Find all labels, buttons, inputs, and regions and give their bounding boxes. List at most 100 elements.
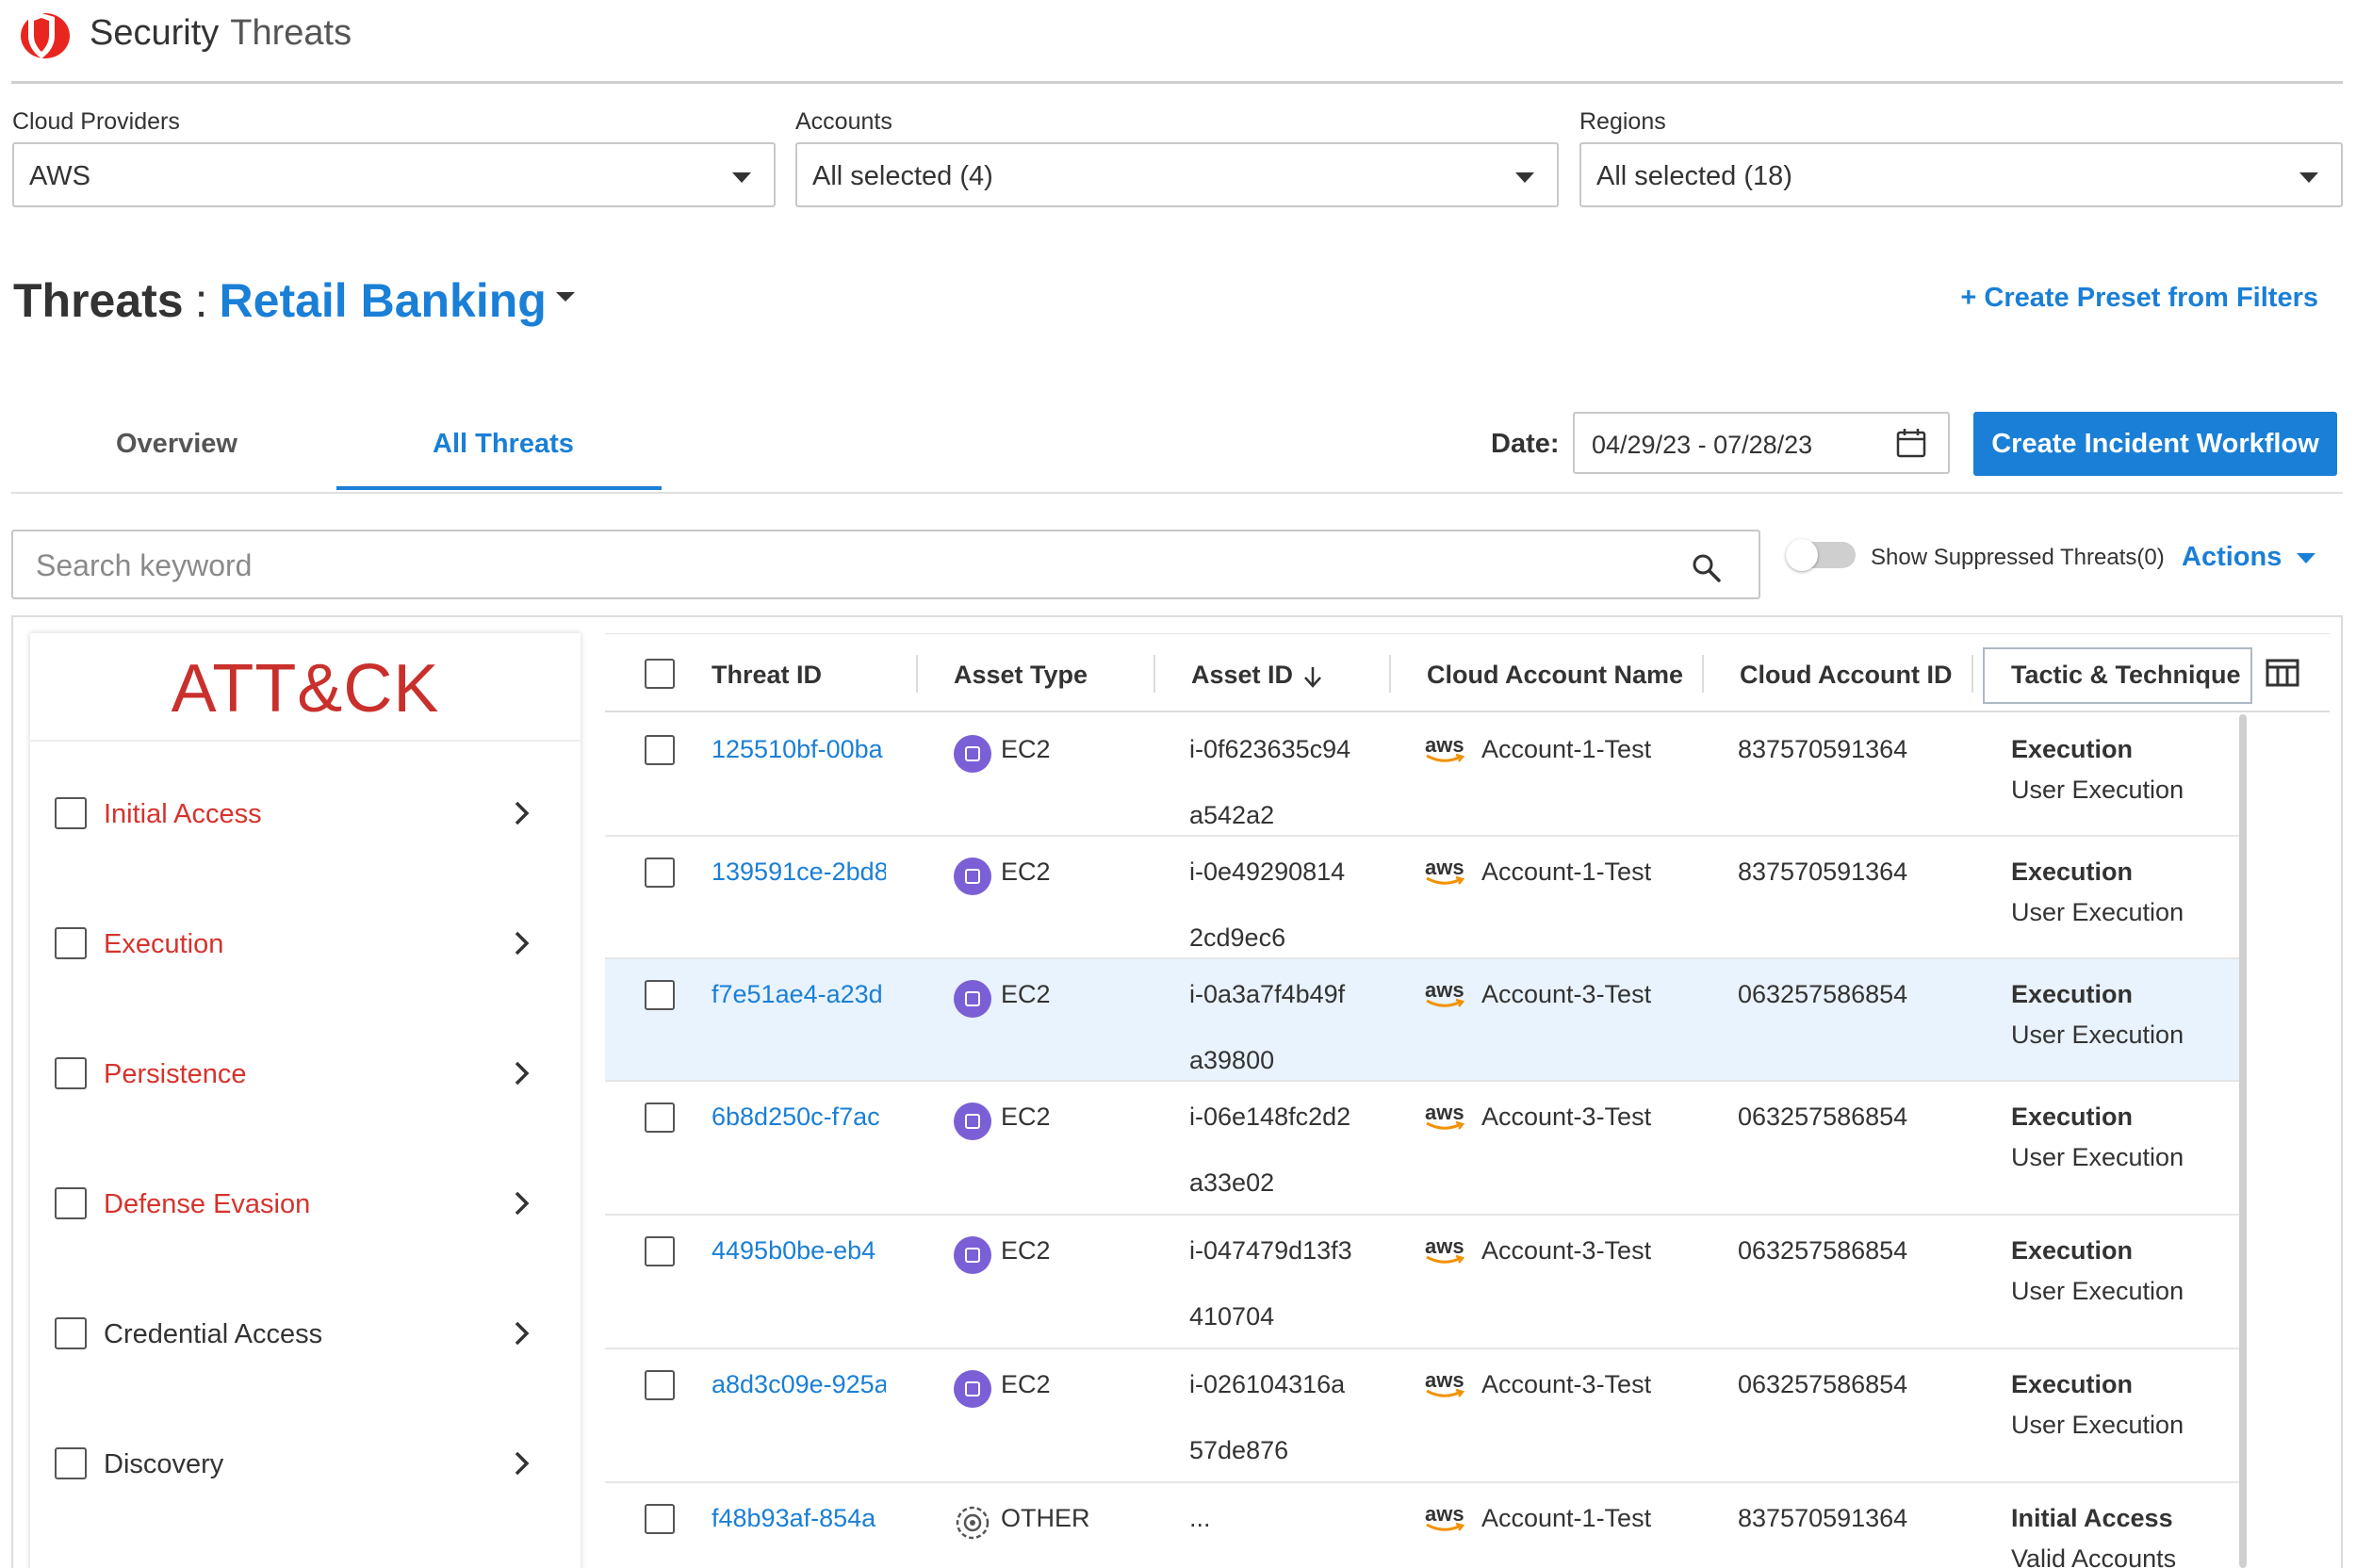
select-all-checkbox[interactable]: [645, 659, 675, 689]
tactic-name: Execution: [2011, 980, 2134, 1008]
table-row[interactable]: f48b93af-854a OTHER ... aws Account-1-Te…: [605, 1483, 2239, 1568]
calendar-icon[interactable]: [1895, 427, 1927, 459]
col-cloud-account-name[interactable]: Cloud Account Name: [1427, 661, 1683, 690]
table-row[interactable]: a8d3c09e-925a EC2 i-026104316a 57de876 a…: [605, 1349, 2239, 1483]
caret-down-icon[interactable]: [555, 291, 575, 302]
preset-dropdown[interactable]: Retail Banking: [220, 274, 547, 327]
asset-id-line1: i-0f623635c94: [1189, 735, 1351, 763]
regions-select[interactable]: All selected (18): [1579, 142, 2343, 207]
tactic-defense-evasion[interactable]: Defense Evasion: [30, 1178, 581, 1234]
tactic-name: Execution: [2011, 1102, 2134, 1131]
col-tactic-technique[interactable]: Tactic & Technique: [2011, 661, 2241, 690]
table-row[interactable]: f7e51ae4-a23d EC2 i-0a3a7f4b49f a39800 a…: [605, 959, 2239, 1082]
tactic-label: Defense Evasion: [104, 1189, 311, 1219]
chevron-right-icon[interactable]: [509, 1189, 533, 1217]
threat-id-link[interactable]: f7e51ae4-a23d: [712, 980, 886, 1009]
actions-menu[interactable]: Actions: [2182, 542, 2316, 573]
threat-id-link[interactable]: 6b8d250c-f7ac: [712, 1102, 886, 1132]
row-checkbox[interactable]: [645, 1102, 675, 1133]
tactic-credential-access[interactable]: Credential Access: [30, 1308, 581, 1364]
threat-id-link[interactable]: f48b93af-854a: [712, 1504, 886, 1533]
tactic-checkbox[interactable]: [55, 1187, 87, 1219]
asset-id-line1: i-047479d13f3: [1189, 1236, 1352, 1265]
caret-down-icon: [732, 172, 751, 183]
column-divider: [916, 655, 918, 693]
tactic-initial-access[interactable]: Initial Access: [30, 788, 581, 844]
chevron-right-icon[interactable]: [509, 929, 533, 957]
aws-logo-icon: aws: [1423, 1368, 1466, 1404]
tactic-checkbox[interactable]: [55, 1447, 87, 1479]
asset-id-line1: i-06e148fc2d2: [1189, 1102, 1351, 1131]
app-section: Threats: [230, 13, 352, 53]
table-row[interactable]: 4495b0be-eb4 EC2 i-047479d13f3 410704 aw…: [605, 1216, 2239, 1349]
ec2-icon-inner: [965, 1248, 980, 1263]
date-range-input[interactable]: 04/29/23 - 07/28/23: [1573, 412, 1950, 474]
row-checkbox[interactable]: [645, 1236, 675, 1266]
tactic-execution[interactable]: Execution: [30, 918, 581, 974]
other-asset-icon: [956, 1506, 990, 1540]
active-tab-indicator: [336, 486, 662, 490]
tactic-checkbox[interactable]: [55, 1057, 87, 1089]
row-checkbox[interactable]: [645, 980, 675, 1010]
col-asset-id[interactable]: Asset ID: [1191, 661, 1323, 690]
tactic-checkbox[interactable]: [55, 927, 87, 959]
cloud-account-id: 063257586854: [1738, 980, 1908, 1008]
col-threat-id[interactable]: Threat ID: [712, 661, 822, 690]
attack-header: ATT&CK: [30, 633, 581, 742]
attack-sidebar: ATT&CK Initial Access Execution Persiste…: [30, 633, 581, 1568]
tab-overview[interactable]: Overview: [116, 429, 237, 460]
chevron-right-icon[interactable]: [509, 1449, 533, 1478]
table-scrollbar[interactable]: [2239, 714, 2247, 1568]
asset-type: EC2: [1001, 1102, 1051, 1131]
chevron-right-icon[interactable]: [509, 1059, 533, 1087]
table-row[interactable]: 6b8d250c-f7ac EC2 i-06e148fc2d2 a33e02 a…: [605, 1082, 2239, 1216]
cloud-providers-select[interactable]: AWS: [12, 142, 776, 207]
tactic-label: Initial Access: [104, 799, 262, 829]
aws-smile-icon: [1426, 1523, 1465, 1531]
chevron-right-icon[interactable]: [509, 1319, 533, 1348]
accounts-label: Accounts: [795, 108, 892, 135]
cloud-account-id: 837570591364: [1738, 735, 1908, 763]
tactic-persistence[interactable]: Persistence: [30, 1048, 581, 1104]
ec2-icon: [954, 1102, 991, 1140]
cloud-account-name: Account-3-Test: [1481, 980, 1652, 1008]
threat-id-link[interactable]: 4495b0be-eb4: [712, 1236, 886, 1266]
cloud-account-id: 837570591364: [1738, 858, 1908, 886]
tactic-discovery[interactable]: Discovery: [30, 1438, 581, 1494]
search-input[interactable]: [36, 545, 1638, 586]
col-asset-type[interactable]: Asset Type: [954, 661, 1088, 690]
asset-type: EC2: [1001, 980, 1051, 1008]
table-row[interactable]: 139591ce-2bd8 EC2 i-0e49290814 2cd9ec6 a…: [605, 837, 2239, 959]
tactic-checkbox[interactable]: [55, 1317, 87, 1349]
row-checkbox[interactable]: [645, 858, 675, 888]
ec2-icon-inner: [965, 1381, 980, 1396]
tactic-name: Execution: [2011, 735, 2134, 763]
ec2-icon: [954, 735, 991, 773]
suppressed-threats-toggle[interactable]: [1786, 539, 1856, 571]
column-divider: [1972, 655, 1973, 693]
tab-all-threats[interactable]: All Threats: [433, 429, 574, 460]
caret-down-icon: [2299, 172, 2318, 183]
threat-id-link[interactable]: a8d3c09e-925a: [712, 1370, 886, 1399]
threat-id-link[interactable]: 125510bf-00ba: [712, 735, 886, 764]
asset-id-line2: 410704: [1189, 1302, 1275, 1331]
col-cloud-account-id[interactable]: Cloud Account ID: [1740, 661, 1952, 690]
columns-icon[interactable]: [2266, 659, 2299, 687]
cloud-account-id: 063257586854: [1738, 1102, 1908, 1131]
search-box[interactable]: [11, 530, 1760, 599]
shield-logo-icon: [21, 13, 70, 58]
create-preset-link[interactable]: + Create Preset from Filters: [1960, 283, 2318, 314]
search-icon[interactable]: [1691, 552, 1723, 584]
row-checkbox[interactable]: [645, 735, 675, 765]
table-row[interactable]: 125510bf-00ba EC2 i-0f623635c94 a542a2 a…: [605, 714, 2239, 837]
chevron-right-icon[interactable]: [509, 799, 533, 827]
page-title-separator: :: [194, 274, 208, 327]
technique-name: User Execution: [2011, 1277, 2184, 1305]
row-checkbox[interactable]: [645, 1370, 675, 1400]
row-checkbox[interactable]: [645, 1504, 675, 1534]
tactic-checkbox[interactable]: [55, 797, 87, 829]
accounts-select[interactable]: All selected (4): [795, 142, 1559, 207]
create-incident-workflow-button[interactable]: Create Incident Workflow: [1973, 412, 2337, 476]
sort-down-icon[interactable]: [1302, 664, 1323, 689]
threat-id-link[interactable]: 139591ce-2bd8: [712, 858, 886, 887]
